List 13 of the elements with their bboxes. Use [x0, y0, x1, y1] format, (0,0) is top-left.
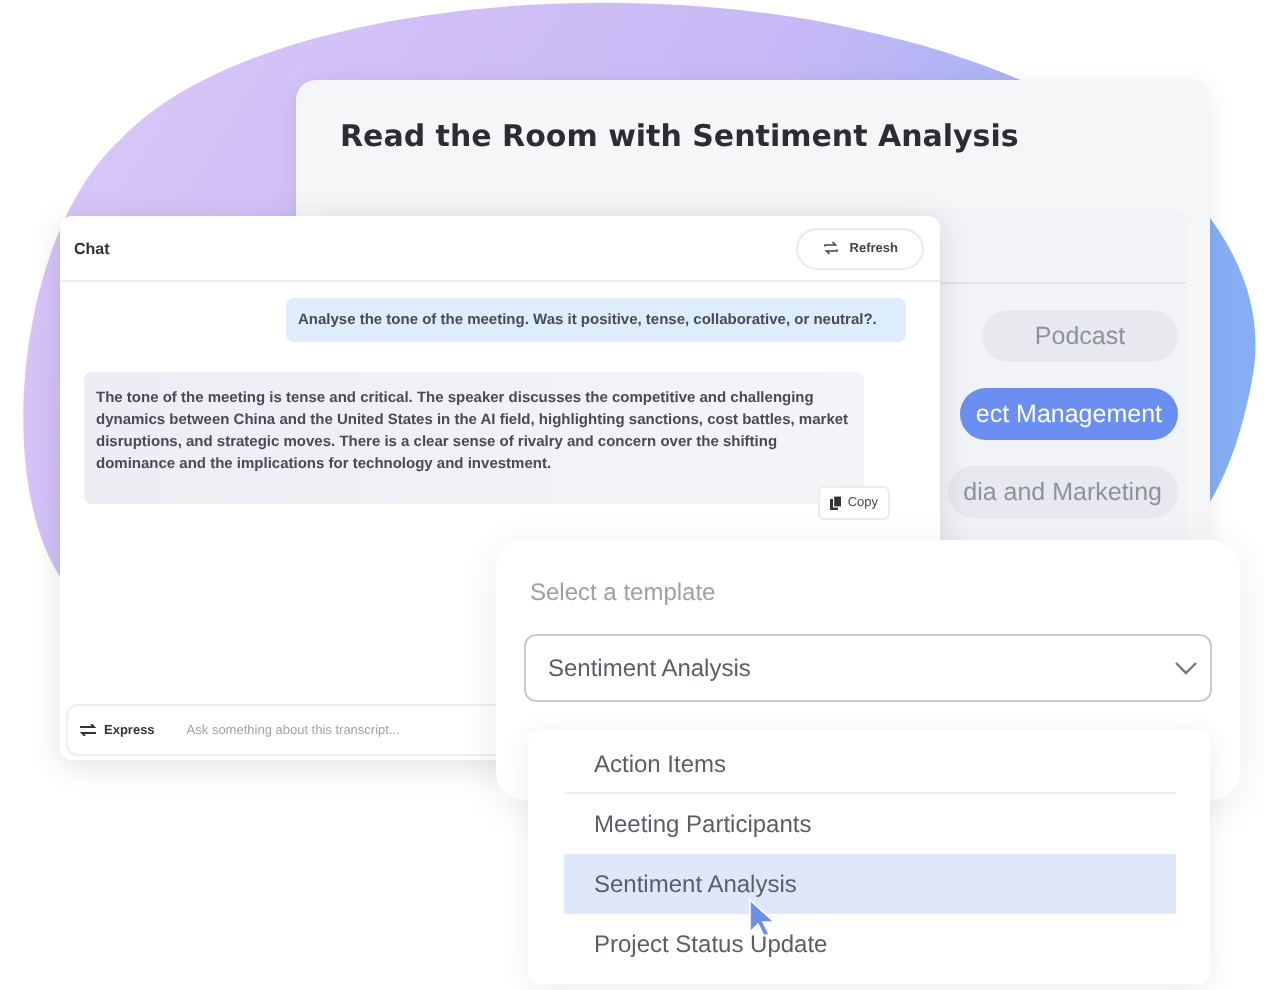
dropdown-option[interactable]: Action Items — [564, 734, 1176, 794]
chevron-down-icon — [1174, 660, 1198, 676]
cursor-icon — [748, 898, 776, 938]
card-title: Read the Room with Sentiment Analysis — [338, 116, 1021, 158]
dropdown-option[interactable]: Meeting Participants — [564, 794, 1176, 854]
dropdown-option[interactable]: Project Status Update — [564, 914, 1176, 974]
template-select[interactable]: Sentiment Analysis — [524, 634, 1212, 702]
copy-icon — [829, 495, 842, 509]
dropdown-option[interactable]: Sentiment Analysis — [564, 854, 1176, 914]
refresh-icon — [821, 240, 840, 256]
template-label: Select a template — [528, 578, 718, 606]
chat-title: Chat — [74, 239, 110, 257]
swap-icon — [80, 724, 96, 736]
